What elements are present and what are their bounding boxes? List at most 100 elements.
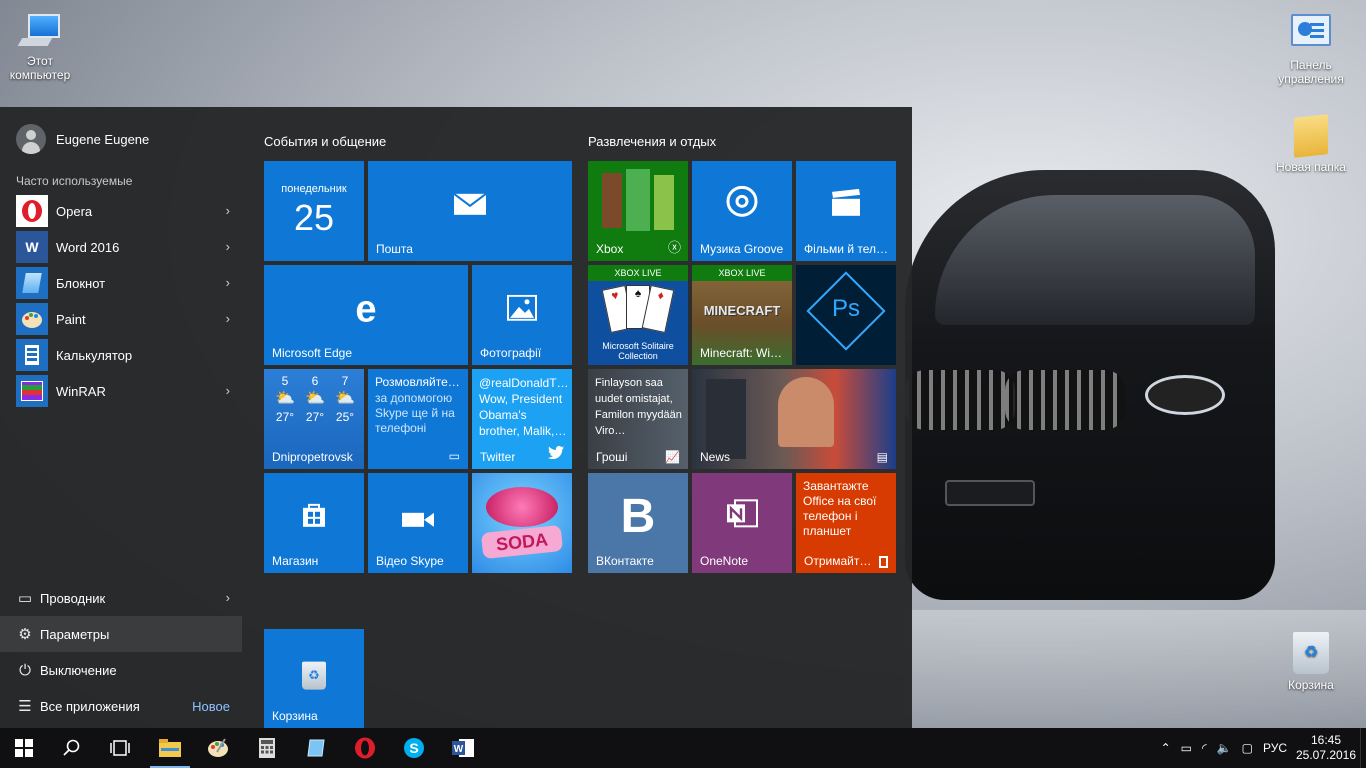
- app-label: Paint: [56, 311, 86, 327]
- power-button[interactable]: ⏻ Выключение: [0, 652, 244, 688]
- tile-office-promo[interactable]: Завантажте Office на свої телефон і план…: [796, 473, 896, 573]
- tile-label: OneNote: [700, 554, 749, 568]
- taskbar-explorer[interactable]: [146, 728, 194, 768]
- system-tray: ⌃ ▭ ◜ 🔈 ▢ РУС 16:45 25.07.2016: [1156, 728, 1366, 768]
- tile-onenote[interactable]: OneNote: [692, 473, 792, 573]
- chevron-right-icon[interactable]: ›: [226, 590, 230, 605]
- desktop-icon-control-panel[interactable]: Панель управления: [1271, 14, 1351, 86]
- tile-calendar[interactable]: понедельник 25: [264, 161, 364, 261]
- calendar-date: 25: [293, 197, 335, 238]
- weather-day: 5 ⛅ 27°: [275, 374, 295, 424]
- tile-store[interactable]: Магазин: [264, 473, 364, 573]
- chart-trend-icon: 📈: [665, 450, 680, 464]
- weather-day-number: 5: [281, 374, 289, 388]
- tile-label: Гроші: [596, 450, 628, 464]
- tile-photoshop[interactable]: Ps: [796, 265, 896, 365]
- desktop-icon-new-folder[interactable]: Новая папка: [1271, 114, 1351, 174]
- tile-groove[interactable]: Музика Groove: [692, 161, 792, 261]
- clapperboard-icon: [796, 187, 896, 226]
- tile-skype-video[interactable]: Відео Skype: [368, 473, 468, 573]
- recycle-bin-icon: ♻: [264, 661, 364, 690]
- tile-label: Minecraft: Wi…: [700, 346, 783, 360]
- paint-icon: [208, 738, 228, 757]
- chevron-up-icon[interactable]: ⌃: [1156, 741, 1176, 755]
- wallpaper-car: [905, 150, 1285, 630]
- calculator-icon: [16, 339, 48, 371]
- show-desktop-button[interactable]: [1360, 728, 1366, 768]
- taskbar-calculator[interactable]: [243, 728, 291, 768]
- tile-films[interactable]: Фільми й тел…: [796, 161, 896, 261]
- xbox-avatar-figure: [626, 169, 650, 231]
- taskbar-notepad[interactable]: [292, 728, 340, 768]
- search-icon: [63, 739, 80, 756]
- chevron-right-icon[interactable]: ›: [226, 203, 230, 218]
- settings-button[interactable]: ⚙ Параметры: [0, 616, 242, 652]
- taskbar-opera[interactable]: [341, 728, 389, 768]
- app-label: Opera: [56, 203, 93, 219]
- start-button[interactable]: [0, 728, 48, 768]
- tile-skype-promo[interactable]: Розмовляйте… за допомогою Skype ще й на …: [368, 369, 468, 469]
- photos-icon: [472, 291, 572, 330]
- battery-icon[interactable]: ▭: [1176, 741, 1197, 755]
- tile-label: Фільми й тел…: [804, 242, 889, 256]
- user-account[interactable]: Eugene Eugene: [16, 124, 149, 154]
- explorer-button[interactable]: ▭ Проводник ›: [0, 580, 244, 616]
- tile-label: Фотографії: [480, 346, 542, 360]
- tile-vk[interactable]: B ВКонтакте: [588, 473, 688, 573]
- wifi-icon[interactable]: ◜: [1197, 741, 1212, 755]
- news-photo: [706, 379, 746, 459]
- app-item-notepad[interactable]: Блокнот ›: [0, 265, 244, 301]
- app-item-calculator[interactable]: Калькулятор: [0, 337, 244, 373]
- partly-cloudy-icon: ⛅: [275, 390, 295, 407]
- folder-icon: [1294, 114, 1328, 158]
- chevron-right-icon[interactable]: ›: [226, 275, 230, 290]
- xbox-live-badge: XBOX LIVE: [588, 265, 688, 281]
- desktop-icon-recycle-bin[interactable]: ♻ Корзина: [1271, 632, 1351, 692]
- tile-recycle-bin[interactable]: ♻ Корзина: [264, 629, 364, 728]
- skype-icon: S: [404, 738, 424, 758]
- volume-icon[interactable]: 🔈: [1212, 741, 1237, 755]
- paint-icon: [16, 303, 48, 335]
- partly-cloudy-icon: ⛅: [335, 390, 355, 407]
- all-apps-label: Все приложения: [40, 698, 140, 714]
- opera-icon: [355, 737, 375, 759]
- tile-weather[interactable]: 5 ⛅ 27° 6 ⛅ 27° 7 ⛅ 25° Dnipropetrovsk: [264, 369, 364, 469]
- language-indicator[interactable]: РУС: [1258, 741, 1292, 755]
- computer-icon: [17, 10, 62, 50]
- tile-label: Корзина: [272, 709, 318, 723]
- partly-cloudy-icon: ⛅: [305, 390, 325, 407]
- chevron-right-icon[interactable]: ›: [226, 311, 230, 326]
- tile-edge[interactable]: e Microsoft Edge: [264, 265, 468, 365]
- user-name: Eugene Eugene: [56, 131, 150, 147]
- app-item-paint[interactable]: Paint ›: [0, 301, 244, 337]
- frequent-apps-label: Часто используемые: [16, 174, 133, 188]
- chevron-right-icon[interactable]: ›: [226, 239, 230, 254]
- tile-label: Microsoft Edge: [272, 346, 353, 360]
- folder-icon: [159, 739, 181, 757]
- tile-twitter[interactable]: @realDonaldT… Wow, President Obama's bro…: [472, 369, 572, 469]
- taskbar-paint[interactable]: [194, 728, 242, 768]
- app-item-word[interactable]: W Word 2016 ›: [0, 229, 244, 265]
- task-view-button[interactable]: [96, 728, 144, 768]
- tile-money[interactable]: Finlayson saa uudet omistajat, Familon m…: [588, 369, 688, 469]
- taskbar-skype[interactable]: S: [390, 728, 438, 768]
- notifications-icon[interactable]: ▢: [1237, 741, 1258, 755]
- app-item-winrar[interactable]: WinRAR ›: [0, 373, 244, 409]
- candy-logo: SODA: [480, 524, 564, 560]
- app-item-opera[interactable]: Opera ›: [0, 193, 244, 229]
- frequent-app-list: Opera › W Word 2016 › Блокнот › Paint › …: [0, 193, 244, 409]
- chevron-right-icon[interactable]: ›: [226, 383, 230, 398]
- tile-news[interactable]: News ▤: [692, 369, 896, 469]
- clock[interactable]: 16:45 25.07.2016: [1292, 733, 1360, 763]
- taskbar-word[interactable]: W: [439, 728, 487, 768]
- desktop-icon-this-pc[interactable]: Этот компьютер: [0, 10, 80, 82]
- tile-candy-crush[interactable]: SODA: [472, 473, 572, 573]
- all-apps-button[interactable]: ☰ Все приложения Новое: [0, 688, 244, 724]
- search-button[interactable]: [48, 728, 96, 768]
- tile-minecraft[interactable]: XBOX LIVE MINECRAFT Minecraft: Wi…: [692, 265, 792, 365]
- tile-solitaire[interactable]: XBOX LIVE ♥ ♠ ♦ Microsoft Solitaire Coll…: [588, 265, 688, 365]
- tile-label: News: [700, 450, 731, 464]
- tile-photos[interactable]: Фотографії: [472, 265, 572, 365]
- tile-xbox[interactable]: Xbox ⓧ: [588, 161, 688, 261]
- tile-mail[interactable]: Пошта: [368, 161, 572, 261]
